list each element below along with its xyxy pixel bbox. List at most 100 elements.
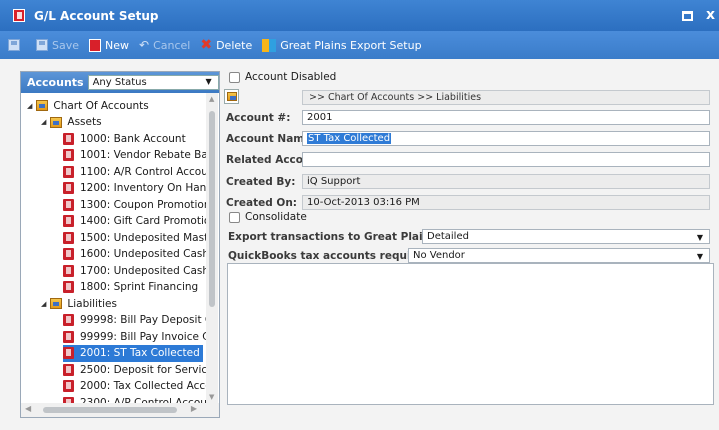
tree-node-label: 1100: A/R Control Account bbox=[80, 165, 206, 178]
qb-vendor-value: No Vendor bbox=[413, 250, 465, 261]
great-plains-export-setup-button[interactable]: Great Plains Export Setup bbox=[262, 38, 422, 52]
account-icon bbox=[63, 165, 74, 178]
tree-node-label: 1400: Gift Card Promotion bbox=[80, 215, 206, 227]
account-icon bbox=[63, 264, 74, 277]
tree-account-node[interactable]: 1600: Undeposited Cash Stor bbox=[63, 246, 206, 263]
tree-account-node[interactable]: 1300: Coupon Promotion bbox=[63, 196, 206, 213]
tree-account-node[interactable]: 1500: Undeposited Master C bbox=[63, 229, 206, 246]
tree-account-node[interactable]: 1200: Inventory On Hand bbox=[63, 180, 206, 197]
scroll-down-icon[interactable]: ▼ bbox=[209, 393, 214, 401]
tree-folder-node[interactable]: ◢ Liabilities bbox=[41, 295, 117, 312]
consolidate-checkbox[interactable] bbox=[229, 212, 240, 223]
account-icon bbox=[63, 314, 74, 326]
account-icon bbox=[63, 363, 74, 376]
great-plains-icon bbox=[262, 38, 277, 52]
tree-node-label: 1300: Coupon Promotion bbox=[80, 198, 206, 211]
undo-icon: ↶ bbox=[139, 38, 150, 52]
tree-account-node[interactable]: 1100: A/R Control Account bbox=[63, 163, 206, 180]
account-icon bbox=[63, 182, 74, 194]
tree-account-node[interactable]: 1700: Undeposited Cash Stor bbox=[63, 262, 206, 279]
folder-icon bbox=[50, 116, 63, 128]
account-icon bbox=[63, 347, 74, 359]
consolidate-label: Consolidate bbox=[245, 211, 307, 223]
folder-tree-icon bbox=[226, 92, 237, 101]
tree-header: Accounts Any Status ▼ bbox=[21, 72, 219, 93]
account-number-label: Account #: bbox=[226, 112, 291, 124]
save-label: Save bbox=[52, 38, 80, 52]
tree-node-label: 99998: Bill Pay Deposit Clear bbox=[80, 314, 206, 326]
new-button[interactable]: New bbox=[89, 38, 129, 52]
status-filter-value: Any Status bbox=[92, 77, 147, 88]
account-icon bbox=[63, 215, 74, 227]
great-plains-export-setup-label: Great Plains Export Setup bbox=[280, 38, 422, 52]
cancel-button[interactable]: ↶ Cancel bbox=[139, 38, 190, 52]
folder-icon bbox=[36, 100, 49, 111]
quick-save-button[interactable] bbox=[8, 39, 24, 51]
created-by-label: Created By: bbox=[226, 176, 296, 188]
delete-button[interactable]: ✖ Delete bbox=[200, 37, 252, 53]
created-on-field: 10-Oct-2013 03:16 PM bbox=[302, 195, 710, 210]
account-icon bbox=[63, 198, 74, 211]
scroll-right-icon[interactable]: ▶ bbox=[191, 404, 197, 413]
save-button[interactable]: Save bbox=[36, 39, 79, 52]
qb-vendor-select[interactable]: No Vendor ▼ bbox=[408, 248, 710, 263]
account-disabled-label: Account Disabled bbox=[245, 71, 337, 83]
close-icon[interactable]: x bbox=[706, 7, 715, 23]
tree-node-label: Chart Of Accounts bbox=[53, 99, 149, 112]
account-name-field[interactable]: ST Tax Collected bbox=[302, 131, 710, 146]
tree-node-label: 2000: Tax Collected Account bbox=[80, 380, 206, 392]
expand-arrow-icon[interactable]: ◢ bbox=[41, 118, 46, 126]
account-number-field[interactable]: 2001 bbox=[302, 110, 710, 125]
tree-account-node[interactable]: 1400: Gift Card Promotion bbox=[63, 213, 206, 230]
accounts-header-label: Accounts bbox=[27, 76, 84, 89]
tree-account-node[interactable]: 2500: Deposit for Service bbox=[63, 361, 206, 378]
folder-icon bbox=[50, 298, 63, 309]
account-disabled-checkbox[interactable] bbox=[229, 72, 240, 83]
account-icon bbox=[63, 132, 74, 145]
vertical-scroll-thumb[interactable] bbox=[209, 111, 215, 307]
tree-node-label: 1200: Inventory On Hand bbox=[80, 182, 206, 194]
delete-label: Delete bbox=[216, 38, 253, 52]
expand-arrow-icon[interactable]: ◢ bbox=[41, 300, 46, 308]
save-icon bbox=[36, 39, 48, 51]
tree-account-node[interactable]: 99999: Bill Pay Invoice Cleari bbox=[63, 328, 206, 345]
notes-area[interactable] bbox=[227, 263, 714, 405]
tree-folder-node[interactable]: ◢ Assets bbox=[41, 114, 102, 131]
browse-parent-button[interactable] bbox=[224, 89, 239, 104]
account-path: >> Chart Of Accounts >> Liabilities bbox=[302, 90, 710, 105]
accounts-tree[interactable]: ◢ Chart Of Accounts ◢ Assets 1000: Bank Acco… bbox=[21, 93, 206, 403]
tree-account-node[interactable]: 99998: Bill Pay Deposit Clear bbox=[63, 312, 206, 329]
tree-account-node[interactable]: 1001: Vendor Rebate Bank A bbox=[63, 147, 206, 164]
tree-account-node[interactable]: 1000: Bank Account bbox=[63, 130, 186, 147]
tree-account-node[interactable]: 2001: ST Tax Collected bbox=[63, 344, 203, 362]
scroll-left-icon[interactable]: ◀ bbox=[25, 404, 31, 413]
accounts-tree-panel: Accounts Any Status ▼ ◢ Chart Of Accounts… bbox=[20, 71, 220, 418]
account-icon bbox=[63, 231, 74, 244]
chevron-down-icon: ▼ bbox=[205, 77, 212, 86]
export-mode-value: Detailed bbox=[427, 231, 469, 242]
title-bar: G/L Account Setup x bbox=[0, 0, 719, 31]
cancel-label: Cancel bbox=[153, 38, 191, 52]
expand-arrow-icon[interactable]: ◢ bbox=[27, 102, 32, 110]
created-on-label: Created On: bbox=[226, 197, 298, 209]
account-icon bbox=[63, 330, 74, 343]
tree-node-label: 1800: Sprint Financing bbox=[80, 281, 199, 293]
tree-account-node[interactable]: 1800: Sprint Financing bbox=[63, 279, 198, 296]
tree-node-label: 2500: Deposit for Service bbox=[80, 363, 206, 376]
tree-node-label: 2001: ST Tax Collected bbox=[80, 347, 200, 359]
scroll-up-icon[interactable]: ▲ bbox=[209, 95, 214, 103]
maximize-icon[interactable] bbox=[682, 11, 693, 21]
status-filter-select[interactable]: Any Status ▼ bbox=[87, 75, 219, 90]
window-title: G/L Account Setup bbox=[34, 8, 159, 23]
account-name-value: ST Tax Collected bbox=[307, 133, 392, 144]
chevron-down-icon: ▼ bbox=[696, 252, 703, 261]
tree-account-node[interactable]: 2300: A/P Control Account bbox=[63, 394, 206, 403]
related-account-field[interactable] bbox=[302, 152, 710, 167]
account-icon bbox=[63, 281, 74, 293]
tree-folder-node[interactable]: ◢ Chart Of Accounts bbox=[27, 97, 149, 114]
horizontal-scroll-thumb[interactable] bbox=[43, 407, 177, 413]
export-mode-select[interactable]: Detailed ▼ bbox=[422, 229, 710, 244]
tree-account-node[interactable]: 2000: Tax Collected Account bbox=[63, 378, 206, 395]
tree-horizontal-scrollbar[interactable]: ◀ ▶ bbox=[21, 403, 219, 417]
tree-vertical-scrollbar[interactable]: ▲ ▼ bbox=[206, 93, 218, 403]
